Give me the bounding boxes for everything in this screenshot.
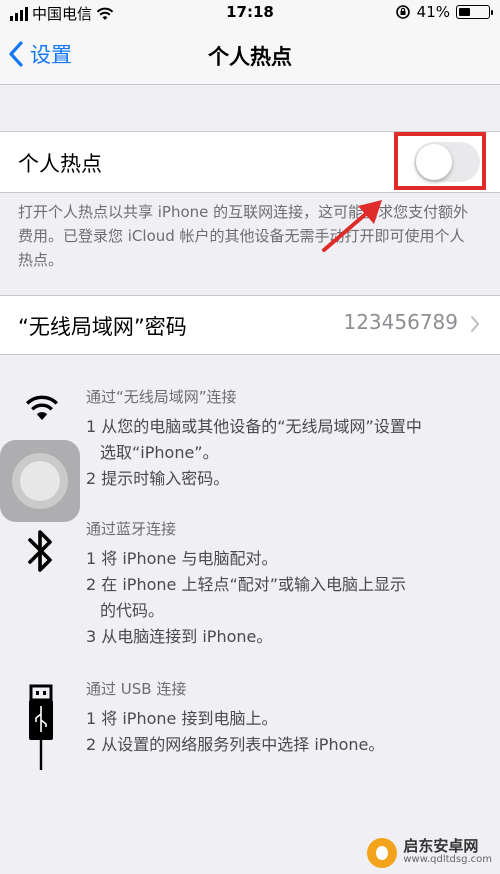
orientation-lock-icon [395,5,410,19]
watermark-name: 启东安卓网 [403,837,479,855]
page-title: 个人热点 [208,45,292,69]
wifi-step-1: 1 从您的电脑或其他设备的“无线局域网”设置中 [86,417,422,436]
battery-percent: 41% [416,3,450,21]
usb-section-heading: 通过 USB 连接 [86,680,187,698]
bluetooth-section: 通过蓝牙连接 1 将 iPhone 与电脑配对。 2 在 iPhone 上轻点“… [86,516,486,650]
bluetooth-step-2-cont: 的代码。 [100,601,165,620]
assistive-touch-center [20,461,60,501]
wifi-password-label: “无线局域网”密码 [18,315,187,339]
watermark-logo-icon [367,838,398,868]
battery-icon [456,5,493,19]
status-bar: 中国电信 17:18 41% [0,0,500,26]
hotspot-label: 个人热点 [18,152,102,176]
bluetooth-step-2: 2 在 iPhone 上轻点“配对”或输入电脑上显示 [86,575,407,594]
watermark-url: www.qdltdsg.com [403,854,492,865]
chevron-right-icon [470,315,480,333]
wifi-section: 通过“无线局域网”连接 1 从您的电脑或其他设备的“无线局域网”设置中 选取“i… [86,384,486,492]
wifi-icon [26,395,58,420]
annotation-arrow-icon [322,200,382,252]
watermark-text: 启东安卓网 www.qdltdsg.com [403,839,492,867]
bluetooth-section-heading: 通过蓝牙连接 [86,520,177,538]
usb-step-2: 2 从设置的网络服务列表中选择 iPhone。 [86,735,385,754]
wifi-password-value: 123456789 [343,310,458,334]
wifi-section-heading: 通过“无线局域网”连接 [86,388,237,406]
status-right: 41% [395,3,493,21]
bluetooth-step-3: 3 从电脑连接到 iPhone。 [86,627,273,646]
usb-section: 通过 USB 连接 1 将 iPhone 接到电脑上。 2 从设置的网络服务列表… [86,676,486,758]
wifi-step-1-cont: 选取“iPhone”。 [100,443,219,462]
bluetooth-step-1: 1 将 iPhone 与电脑配对。 [86,549,278,568]
hotspot-footnote: 打开个人热点以共享 iPhone 的互联网连接，这可能要求您支付额外费用。已登录… [18,203,469,269]
usb-step-1: 1 将 iPhone 接到电脑上。 [86,709,278,728]
wifi-password-row[interactable]: “无线局域网”密码 123456789 [0,295,500,355]
wifi-step-2: 2 提示时输入密码。 [86,469,230,488]
assistive-touch-button[interactable] [0,440,80,522]
bluetooth-icon [28,530,52,572]
usb-icon [29,684,53,770]
watermark: 启东安卓网 www.qdltdsg.com [367,838,492,868]
highlight-box [394,132,486,190]
navigation-bar: 设置 个人热点 [0,26,500,85]
